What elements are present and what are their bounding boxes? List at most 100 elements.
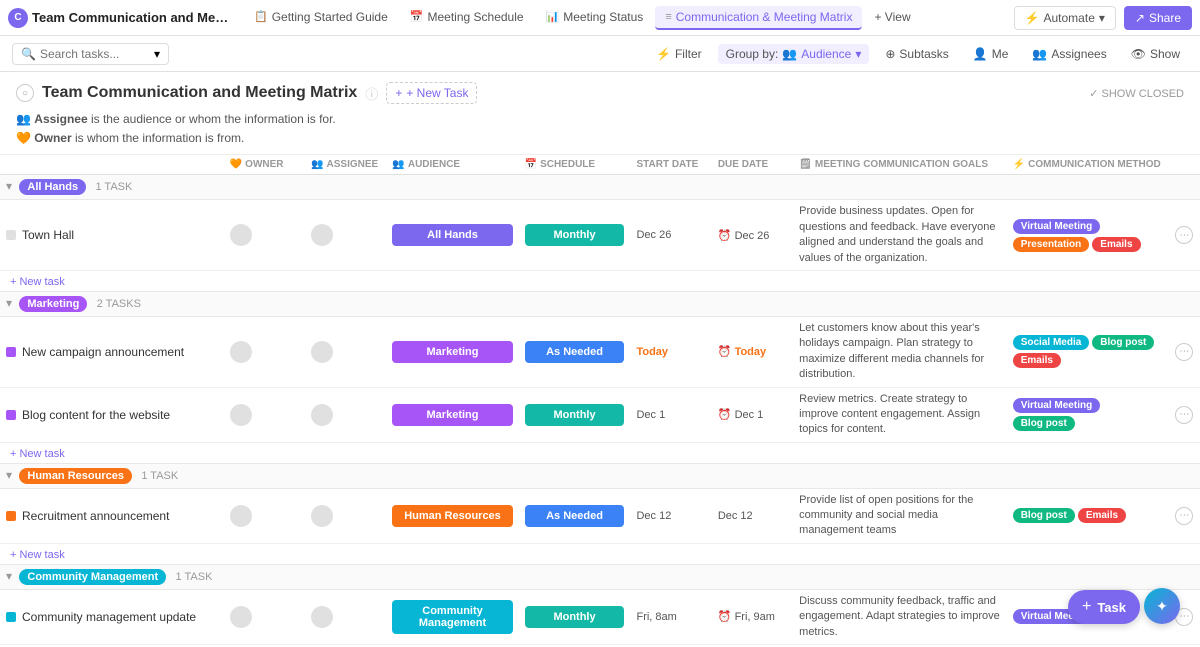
automate-icon: ⚡ [1025, 11, 1040, 25]
table-row[interactable]: Recruitment announcement Human Resources… [0, 488, 1200, 543]
me-btn[interactable]: 👤 Me [965, 44, 1017, 64]
method-tag: Social Media [1013, 335, 1090, 350]
subtasks-btn[interactable]: ⊕ Subtasks [877, 44, 956, 64]
assignee-cell [305, 200, 386, 271]
method-tag: Virtual Meeting [1013, 219, 1101, 234]
group-toggle-marketing[interactable]: ▾ [6, 296, 12, 310]
group-count-marketing: 2 TASKS [97, 298, 141, 310]
col-method: ⚡COMMUNICATION METHOD [1007, 155, 1170, 175]
task-name-cell: New campaign announcement [0, 316, 224, 387]
tab-meeting-schedule[interactable]: 📅 Meeting Schedule [400, 6, 534, 30]
audience-cell: Community Management [386, 589, 518, 644]
method-tag: Presentation [1013, 237, 1090, 252]
goals-text: Provide business updates. Open for quest… [799, 204, 1001, 266]
add-view-btn[interactable]: + View [864, 6, 920, 30]
table-row[interactable]: Community management update Community Ma… [0, 589, 1200, 644]
row-options-btn[interactable]: ⋯ [1175, 406, 1193, 424]
start-date-text: Today [636, 346, 705, 358]
new-task-inline-btn-marketing[interactable]: + New task [6, 446, 69, 462]
assignee-cell [305, 488, 386, 543]
automate-chevron-icon: ▾ [1099, 11, 1105, 25]
method-cell: Social MediaBlog postEmails [1007, 316, 1170, 387]
table-row[interactable]: Blog content for the website Marketing M… [0, 387, 1200, 442]
task-name-cell: Community management update [0, 589, 224, 644]
row-action-cell: ⋯ [1169, 316, 1200, 387]
due-date-cell: Dec 12 [712, 488, 793, 543]
method-tag: Emails [1078, 508, 1126, 523]
method-cell: Virtual MeetingBlog post [1007, 387, 1170, 442]
col-due-date: DUE DATE [712, 155, 793, 175]
search-dropdown-icon[interactable]: ▾ [154, 47, 160, 61]
collapse-page-btn[interactable]: ○ [16, 84, 34, 102]
method-tags: Virtual MeetingBlog post [1013, 398, 1164, 431]
me-icon: 👤 [973, 47, 988, 61]
group-toggle-all-hands[interactable]: ▾ [6, 179, 12, 193]
show-closed-btn[interactable]: ✓ SHOW CLOSED [1089, 87, 1184, 100]
schedule-cell: As Needed [519, 488, 631, 543]
group-toggle-human-resources[interactable]: ▾ [6, 468, 12, 482]
col-task [0, 155, 224, 175]
start-date-cell: Dec 12 [630, 488, 711, 543]
group-label-human-resources: Human Resources [19, 468, 132, 484]
app-title: Team Communication and Meeting Ma... [32, 10, 232, 25]
owner-cell [224, 387, 305, 442]
task-icon [6, 612, 16, 622]
search-input[interactable] [40, 47, 150, 61]
audience-tag: Marketing [392, 341, 512, 363]
col-assignee: 👥ASSIGNEE [305, 155, 386, 175]
ai-assistant-btn[interactable]: ✦ [1144, 588, 1180, 624]
owner-cell [224, 316, 305, 387]
show-btn[interactable]: 👁 Show [1123, 44, 1188, 64]
assignee-cell [305, 387, 386, 442]
task-name-text: Blog content for the website [22, 408, 170, 422]
group-chevron-icon: ▾ [855, 47, 861, 61]
tab-getting-started[interactable]: 📋 Getting Started Guide [244, 6, 398, 30]
app-logo: C [8, 8, 28, 28]
automate-btn[interactable]: ⚡ Automate ▾ [1014, 6, 1116, 30]
page-header: ○ Team Communication and Meeting Matrix … [0, 72, 1200, 155]
table-row[interactable]: Town Hall All Hands Monthly Dec 26 ⏰ Dec… [0, 200, 1200, 271]
start-date-cell: Dec 26 [630, 200, 711, 271]
schedule-cell: Monthly [519, 200, 631, 271]
group-by-btn[interactable]: Group by: 👥 Audience ▾ [718, 44, 870, 64]
table-container: 🧡OWNER 👥ASSIGNEE 👥AUDIENCE 📅SCHEDULE STA… [0, 155, 1200, 647]
table-row[interactable]: New campaign announcement Marketing As N… [0, 316, 1200, 387]
goals-text: Provide list of open positions for the c… [799, 493, 1001, 539]
method-tags: Social MediaBlog postEmails [1013, 335, 1164, 368]
row-options-btn[interactable]: ⋯ [1175, 507, 1193, 525]
group-toggle-community-management[interactable]: ▾ [6, 569, 12, 583]
group-row-community-management: ▾ Community Management 1 TASK [0, 564, 1200, 589]
assignees-btn[interactable]: 👥 Assignees [1024, 44, 1114, 64]
owner-cell [224, 488, 305, 543]
tab-comm-matrix[interactable]: ≡ Communication & Meeting Matrix [655, 6, 862, 30]
tab-meeting-status[interactable]: 📊 Meeting Status [536, 6, 654, 30]
row-options-btn[interactable]: ⋯ [1175, 226, 1193, 244]
top-bar: C Team Communication and Meeting Ma... 📋… [0, 0, 1200, 36]
row-options-btn[interactable]: ⋯ [1175, 343, 1193, 361]
method-tag: Emails [1013, 353, 1061, 368]
tab-icon-meeting-status: 📊 [546, 10, 560, 23]
task-name-text: Town Hall [22, 228, 74, 242]
add-task-fab[interactable]: + Task [1068, 590, 1140, 624]
method-tags: Blog postEmails [1013, 508, 1164, 523]
method-cell: Virtual MeetingPresentationEmails [1007, 200, 1170, 271]
assignee-cell [305, 316, 386, 387]
group-row-all-hands: ▾ All Hands 1 TASK [0, 175, 1200, 200]
search-box[interactable]: 🔍 ▾ [12, 43, 169, 65]
check-icon: ✓ [1089, 88, 1098, 100]
share-btn[interactable]: ↗ Share [1124, 6, 1192, 30]
schedule-cell: As Needed [519, 316, 631, 387]
assignee-avatar [311, 224, 333, 246]
start-date-text: Dec 12 [636, 510, 705, 522]
owner-cell [224, 589, 305, 644]
new-task-inline-btn-human-resources[interactable]: + New task [6, 547, 69, 563]
search-icon: 🔍 [21, 47, 36, 61]
new-task-inline-btn-all-hands[interactable]: + New task [6, 274, 69, 290]
method-cell: Blog postEmails [1007, 488, 1170, 543]
new-task-header-btn[interactable]: + + New Task [386, 82, 477, 104]
filter-btn[interactable]: ⚡ Filter [648, 44, 710, 64]
audience-cell: Marketing [386, 316, 518, 387]
col-action-header [1169, 155, 1200, 175]
goals-cell: Discuss community feedback, traffic and … [793, 589, 1007, 644]
ai-icon-symbol: ✦ [1156, 598, 1168, 615]
